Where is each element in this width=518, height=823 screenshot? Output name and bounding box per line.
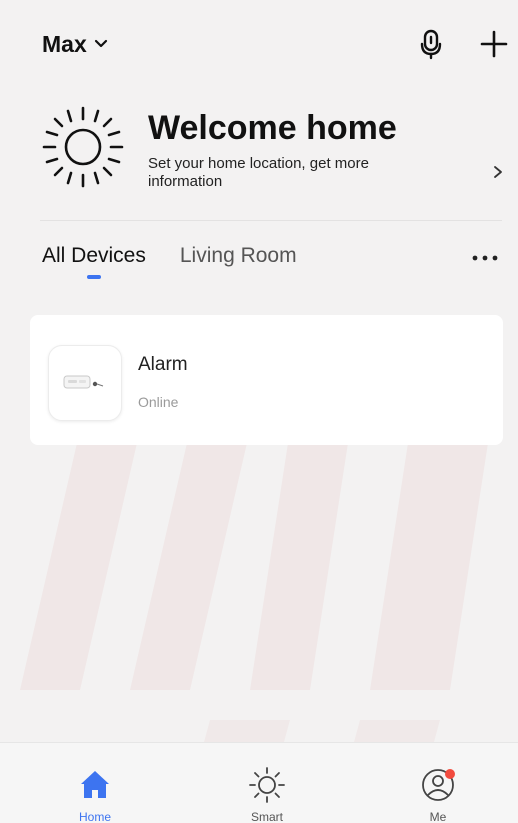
nav-label-smart: Smart [250,810,283,823]
sun-icon [42,106,124,188]
welcome-subtitle: Set your home location, get more informa… [148,155,369,190]
nav-item-home[interactable]: Home [50,765,140,823]
plus-icon[interactable] [478,28,510,60]
chevron-right-icon [494,166,502,178]
home-selector[interactable]: Max [42,30,109,58]
app-screen: Max Welcome home Set your home location,… [0,0,518,823]
section-divider [40,220,502,221]
sun-icon [249,767,285,803]
device-name: Alarm [138,354,188,375]
bottom-navigation: Home Smart Me [0,742,518,823]
alarm-device-icon [48,345,122,421]
nav-item-me[interactable]: Me [393,765,483,823]
alarm-device-image [63,375,104,389]
tab-all-devices[interactable]: All Devices [42,242,146,282]
microphone-icon[interactable] [416,28,446,60]
chevron-down-icon [94,39,107,48]
active-tab-indicator [86,275,101,279]
welcome-banner[interactable]: Welcome home Set your home location, get… [40,100,510,210]
home-name: Max [42,31,87,57]
tab-label: All Devices [42,244,146,267]
room-tabs: All Devices Living Room [42,242,297,282]
nav-item-smart[interactable]: Smart [222,765,312,823]
welcome-title: Welcome home [148,109,397,147]
device-status: Online [138,394,179,410]
background-watermark [20,430,490,690]
nav-label-me: Me [429,810,447,823]
home-icon [81,771,109,798]
tab-label: Living Room [179,244,297,267]
tab-living-room[interactable]: Living Room [180,242,297,282]
more-dots-icon[interactable] [470,246,500,270]
top-bar: Max [0,0,518,90]
notification-dot [445,769,455,779]
nav-label-home: Home [78,810,111,823]
device-card-alarm[interactable]: Alarm Online [30,315,503,445]
